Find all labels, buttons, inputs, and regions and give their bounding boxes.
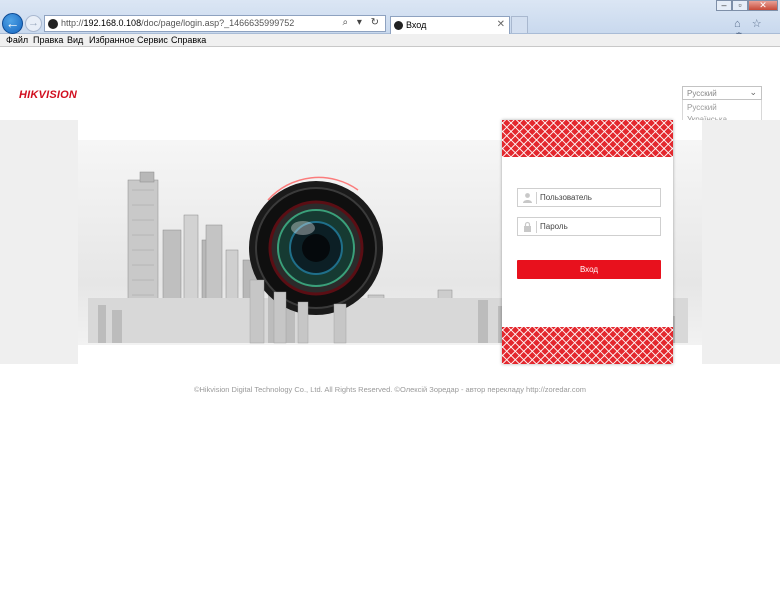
menu-view[interactable]: Вид bbox=[67, 35, 83, 45]
copyright-footer: ©Hikvision Digital Technology Co., Ltd. … bbox=[193, 385, 587, 394]
language-selected: Русский bbox=[687, 89, 717, 98]
site-favicon-icon bbox=[48, 19, 58, 29]
menu-help[interactable]: Справка bbox=[171, 35, 206, 45]
menu-favorites[interactable]: Избранное bbox=[89, 35, 135, 45]
new-tab-button[interactable] bbox=[511, 16, 528, 33]
menu-bar: Файл Правка Вид Избранное Сервис Справка bbox=[0, 34, 780, 47]
window-minimize-button[interactable]: – bbox=[716, 0, 732, 11]
url-host: 192.168.0.108 bbox=[83, 18, 142, 28]
password-field[interactable] bbox=[517, 217, 661, 236]
menu-file[interactable]: Файл bbox=[6, 35, 28, 45]
login-button[interactable]: Вход bbox=[517, 260, 661, 279]
tab-close-icon[interactable]: ✕ bbox=[497, 19, 505, 30]
url-path: /doc/page/login.asp?_1466635999752 bbox=[141, 18, 295, 28]
url-prefix: http:// bbox=[61, 18, 84, 28]
window-close-button[interactable]: ✕ bbox=[748, 0, 778, 11]
login-panel: Вход bbox=[502, 120, 673, 364]
field-separator bbox=[536, 221, 537, 233]
username-field[interactable] bbox=[517, 188, 661, 207]
user-icon bbox=[523, 193, 532, 203]
menu-edit[interactable]: Правка bbox=[33, 35, 63, 45]
address-url[interactable]: http://192.168.0.108/doc/page/login.asp?… bbox=[61, 18, 294, 28]
password-input[interactable] bbox=[540, 219, 658, 234]
tab-login[interactable]: Вход ✕ bbox=[390, 16, 510, 34]
forward-arrow-icon: → bbox=[28, 17, 39, 29]
ornament-bottom bbox=[502, 327, 673, 364]
tab-favicon-icon bbox=[394, 21, 403, 30]
username-input[interactable] bbox=[540, 190, 658, 205]
tab-title: Вход bbox=[406, 20, 427, 30]
menu-tools[interactable]: Сервис bbox=[137, 35, 168, 45]
address-tools-icons[interactable]: ⌕ ▾ ↻ bbox=[342, 17, 382, 28]
ornament-top bbox=[502, 120, 673, 157]
hikvision-logo: HIKVISION bbox=[19, 89, 78, 101]
browser-titlebar: ← → http://192.168.0.108/doc/page/login.… bbox=[0, 0, 780, 43]
field-separator bbox=[536, 192, 537, 204]
language-option-russian[interactable]: Русский bbox=[687, 103, 717, 112]
lock-icon bbox=[524, 221, 531, 232]
window-maximize-button[interactable]: ▫ bbox=[732, 0, 748, 11]
language-select[interactable]: Русский ⌄ bbox=[682, 86, 762, 100]
chevron-down-icon: ⌄ bbox=[749, 87, 757, 97]
forward-button[interactable]: → bbox=[25, 15, 42, 32]
back-arrow-icon: ← bbox=[5, 15, 20, 31]
back-button[interactable]: ← bbox=[2, 13, 23, 34]
address-bar[interactable]: http://192.168.0.108/doc/page/login.asp?… bbox=[44, 15, 386, 32]
